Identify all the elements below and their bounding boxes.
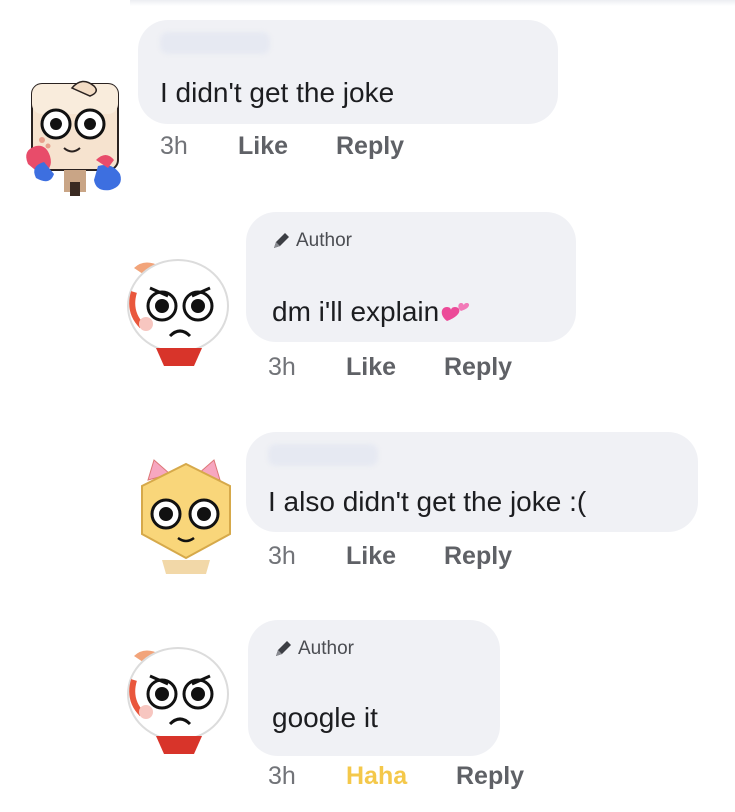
haha-reaction-button[interactable]: Haha bbox=[346, 762, 456, 791]
timestamp: 3h bbox=[268, 762, 296, 790]
frowning-character-avatar[interactable] bbox=[120, 642, 240, 754]
author-badge: Author bbox=[274, 638, 354, 660]
comment-4: Author google it 3h Haha Reply bbox=[0, 0, 735, 812]
reply-button[interactable]: Reply bbox=[456, 762, 524, 791]
comment-actions: 3h Haha Reply bbox=[268, 762, 524, 791]
pencil-icon bbox=[276, 641, 291, 656]
comment-text: google it bbox=[272, 702, 378, 733]
author-label: Author bbox=[298, 638, 354, 659]
comment-bubble: Author google it bbox=[248, 620, 500, 756]
